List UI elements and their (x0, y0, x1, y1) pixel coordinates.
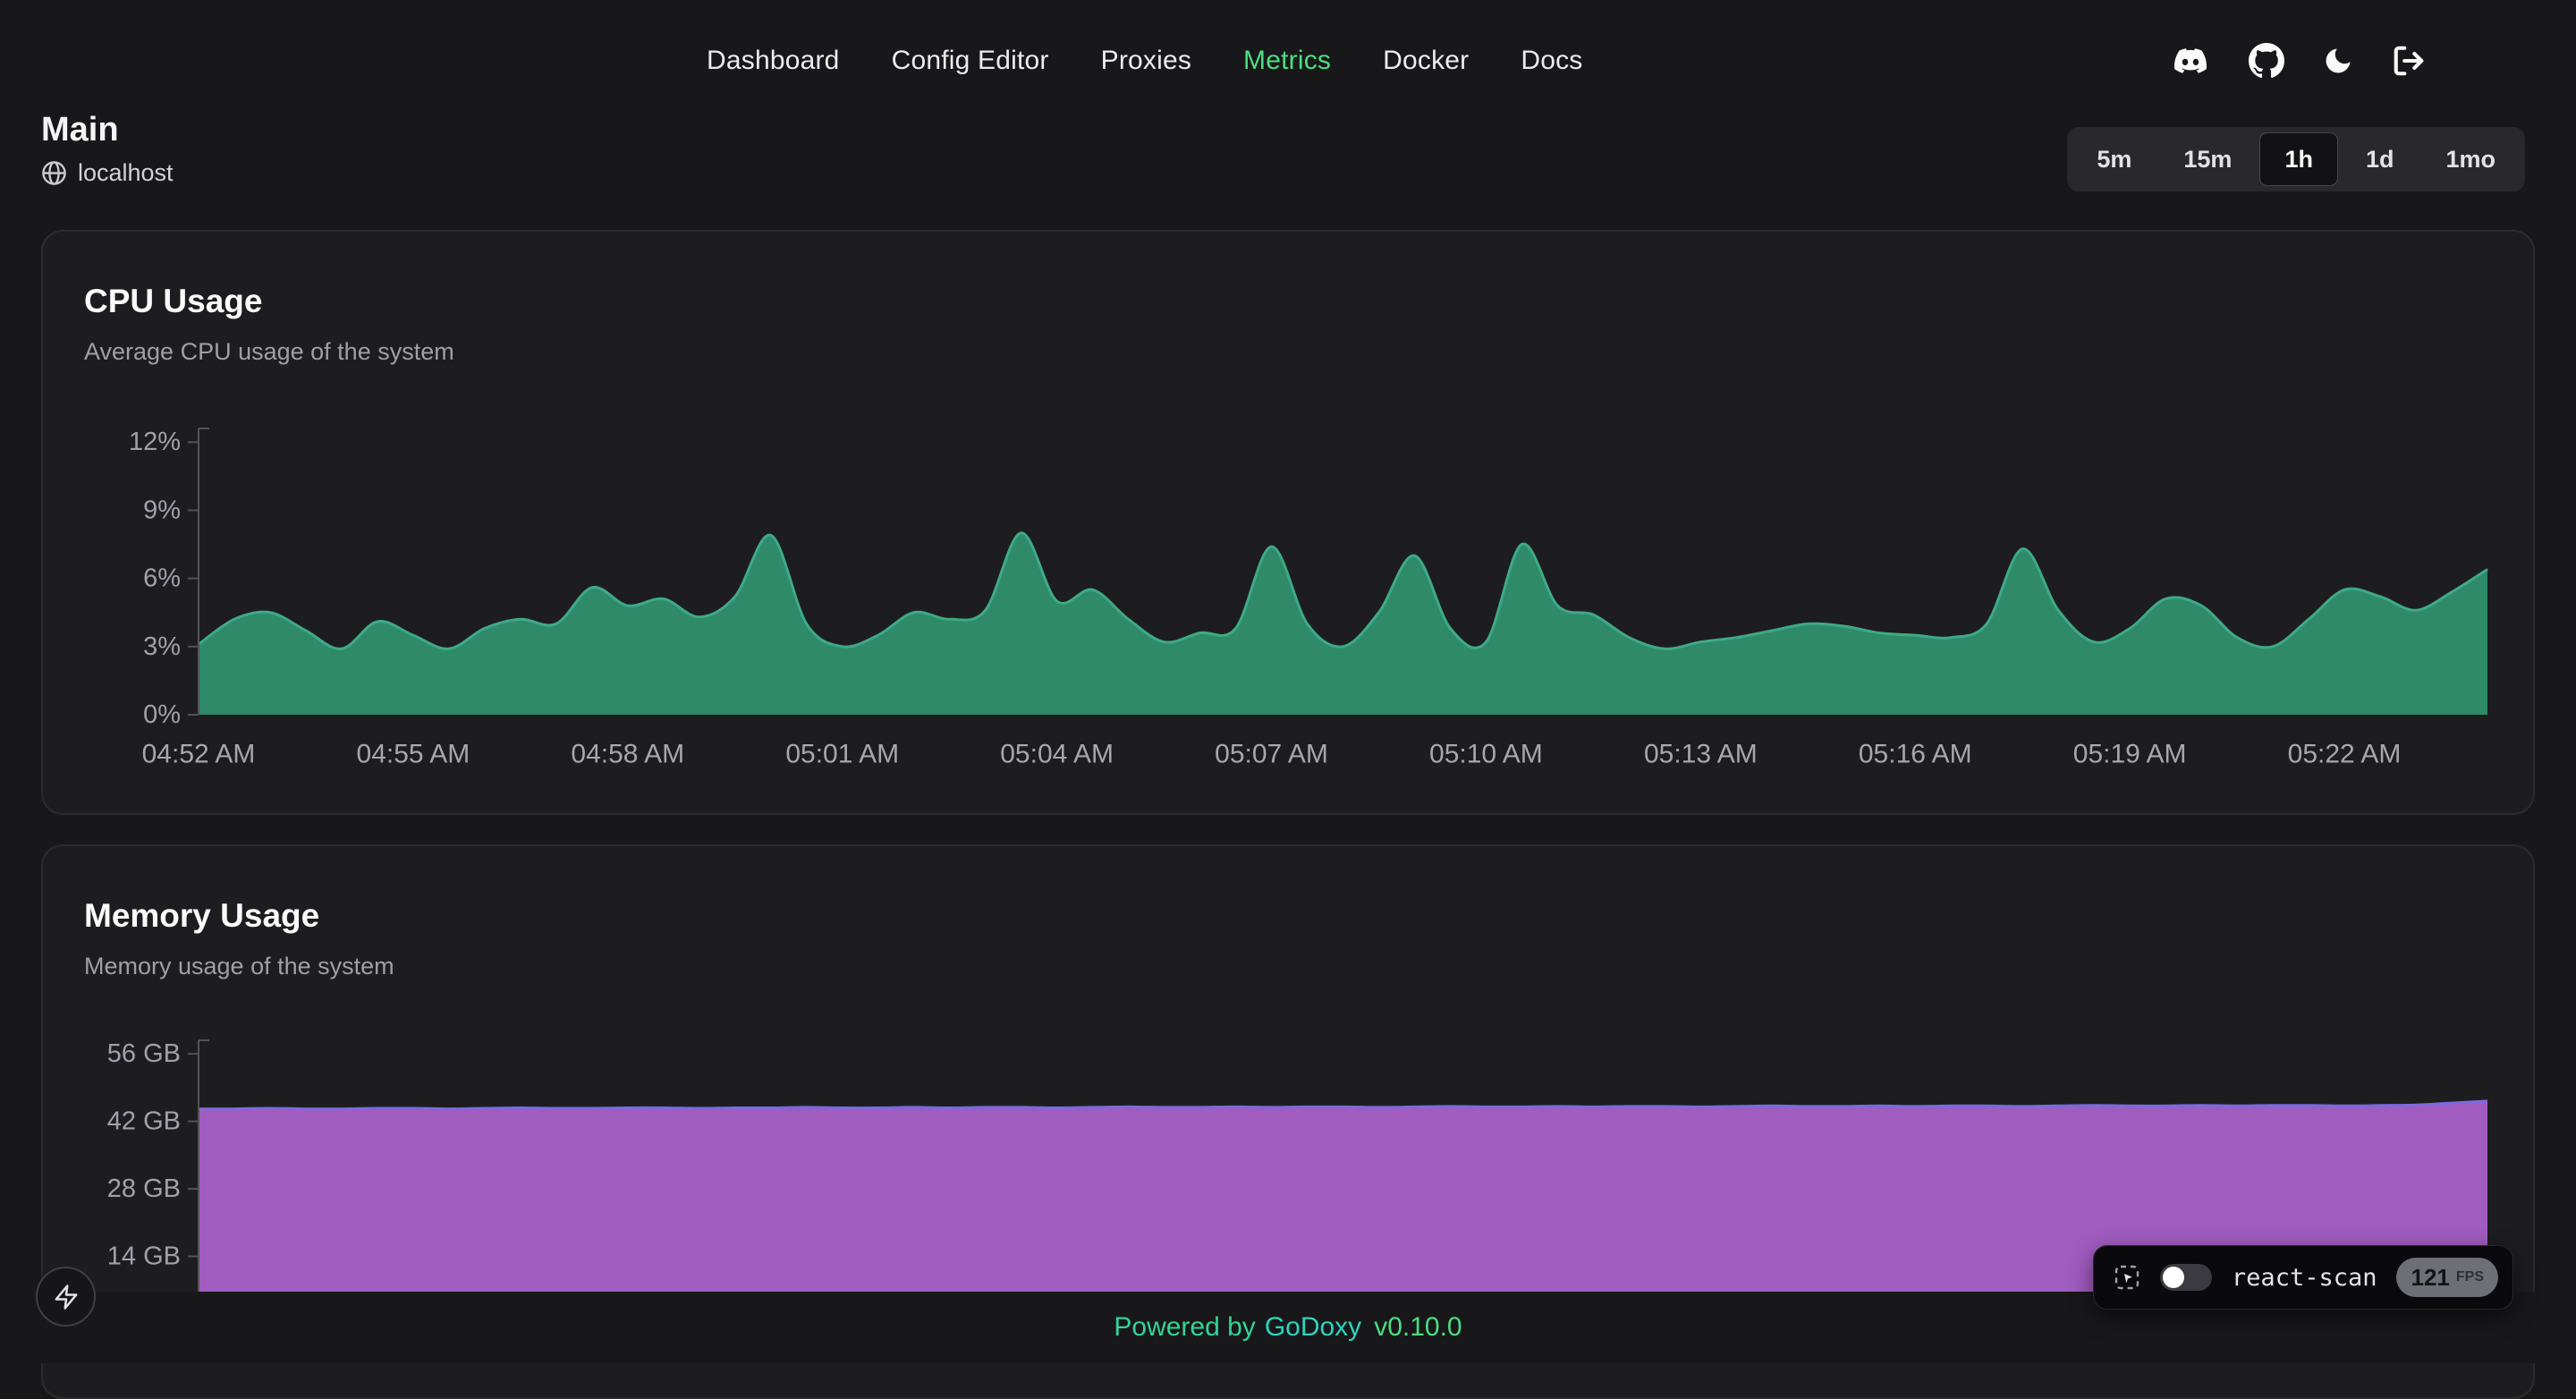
footer-brand-link[interactable]: GoDoxy (1265, 1312, 1361, 1343)
x-tick-label: 05:19 AM (2073, 740, 2187, 769)
time-range-1h[interactable]: 1h (2259, 132, 2338, 186)
y-tick-label: 56 GB (107, 1039, 181, 1068)
x-tick-label: 04:55 AM (357, 740, 470, 769)
page-title: Main (41, 111, 174, 150)
nav-item-docker[interactable]: Docker (1383, 46, 1469, 76)
x-tick-label: 04:58 AM (571, 740, 684, 769)
y-tick-label: 0% (143, 700, 181, 729)
time-range-15m[interactable]: 15m (2159, 132, 2256, 186)
x-tick-label: 05:16 AM (1859, 740, 1972, 769)
footer-powered-by: Powered by (1114, 1312, 1255, 1343)
scan-inspect-icon[interactable] (2114, 1264, 2140, 1291)
page-title-block: Main localhost (41, 111, 174, 187)
lightning-button[interactable] (36, 1267, 96, 1327)
app-root: Dashboard Config Editor Proxies Metrics Dock… (0, 0, 2576, 1363)
react-scan-label: react-scan (2232, 1264, 2377, 1292)
nav-item-proxies[interactable]: Proxies (1101, 46, 1191, 76)
globe-icon (41, 160, 67, 186)
cpu-usage-card: CPU Usage Average CPU usage of the syste… (41, 230, 2535, 815)
nav-item-config-editor[interactable]: Config Editor (892, 46, 1049, 76)
x-tick-label: 05:22 AM (2288, 740, 2402, 769)
dark-mode-icon[interactable] (2322, 45, 2354, 77)
react-scan-toggle[interactable] (2160, 1264, 2212, 1291)
nav-item-dashboard[interactable]: Dashboard (707, 46, 840, 76)
discord-icon[interactable] (2170, 45, 2211, 77)
y-tick-label: 14 GB (107, 1242, 181, 1271)
y-tick-label: 3% (143, 632, 181, 661)
card-title: CPU Usage (43, 232, 2533, 320)
y-tick-label: 28 GB (107, 1174, 181, 1203)
fps-badge: 121 FPS (2396, 1258, 2498, 1297)
nav-item-docs[interactable]: Docs (1521, 46, 1582, 76)
time-range-1d[interactable]: 1d (2342, 132, 2419, 186)
toggle-knob (2163, 1267, 2184, 1288)
x-tick-label: 05:13 AM (1644, 740, 1758, 769)
main-nav: Dashboard Config Editor Proxies Metrics Dock… (707, 0, 1583, 122)
y-tick-label: 6% (143, 564, 181, 593)
header-icons (2170, 0, 2426, 122)
header: Dashboard Config Editor Proxies Metrics Dock… (0, 0, 2576, 122)
fps-unit: FPS (2456, 1269, 2484, 1285)
x-tick-label: 04:52 AM (142, 740, 256, 769)
card-title: Memory Usage (43, 846, 2533, 935)
x-tick-label: 05:04 AM (1000, 740, 1114, 769)
footer-version: v0.10.0 (1374, 1312, 1462, 1343)
host-label: localhost (78, 159, 174, 187)
logout-icon[interactable] (2392, 44, 2426, 78)
x-tick-label: 05:10 AM (1429, 740, 1543, 769)
x-tick-label: 05:01 AM (785, 740, 899, 769)
github-icon[interactable] (2249, 43, 2284, 79)
card-subtitle: Average CPU usage of the system (43, 320, 2533, 366)
fps-value: 121 (2411, 1264, 2449, 1292)
y-tick-label: 9% (143, 496, 181, 524)
react-scan-toolbar: react-scan 121 FPS (2093, 1245, 2513, 1310)
card-subtitle: Memory usage of the system (43, 935, 2533, 980)
y-tick-label: 42 GB (107, 1107, 181, 1136)
y-tick-label: 12% (129, 428, 181, 456)
time-range-1mo[interactable]: 1mo (2421, 132, 2520, 186)
time-range-5m[interactable]: 5m (2072, 132, 2156, 186)
time-range-selector: 5m15m1h1d1mo (2067, 127, 2525, 191)
nav-item-metrics[interactable]: Metrics (1243, 46, 1331, 76)
x-tick-label: 05:07 AM (1215, 740, 1328, 769)
cpu-usage-chart: 0% 3% 6% 9% 12% 04:52 AM 04:55 AM 04:58 AM 05:01… (43, 411, 2537, 768)
